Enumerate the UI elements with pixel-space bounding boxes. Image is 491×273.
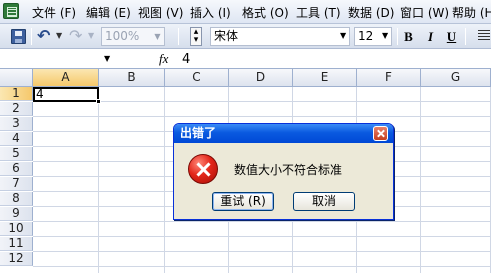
row-header-2[interactable]: 2	[0, 102, 33, 116]
menu-insert[interactable]: 插入 (I)	[190, 5, 231, 21]
row-header-5[interactable]: 5	[0, 147, 33, 161]
dialog-titlebar[interactable]: 出错了	[174, 124, 393, 143]
toolbar-separator	[397, 28, 398, 45]
toolbar-separator	[178, 28, 179, 45]
name-box[interactable]	[4, 52, 100, 66]
column-header-f[interactable]: F	[357, 69, 421, 87]
select-all-corner[interactable]	[0, 69, 33, 87]
menu-bar: 文件 (F) 编辑 (E) 视图 (V) 插入 (I) 格式 (O) 工具 (T…	[0, 0, 491, 24]
row-header-9[interactable]: 9	[0, 207, 33, 221]
row-header-11[interactable]: 11	[0, 237, 33, 251]
column-header-g[interactable]: G	[421, 69, 491, 87]
menu-help[interactable]: 帮助 (H)	[452, 5, 491, 21]
underline-button[interactable]: U	[444, 29, 459, 44]
name-box-dropdown-icon[interactable]: ▼	[104, 53, 110, 65]
menu-file[interactable]: 文件 (F)	[32, 5, 76, 21]
error-dialog: 出错了 数值大小不符合标准 重试 (R) 取消	[173, 123, 394, 220]
error-message: 数值大小不符合标准	[234, 163, 343, 177]
zoom-dropdown-icon[interactable]: ▼	[151, 28, 164, 45]
formula-bar: ▼ fx 4	[0, 49, 491, 69]
cell-a1[interactable]: 4	[33, 87, 99, 102]
redo-dropdown-icon[interactable]: ▼	[88, 30, 94, 42]
font-dropdown-icon[interactable]: ▼	[340, 30, 346, 42]
toolbar-separator	[465, 28, 466, 45]
font-name-select[interactable]: 宋体	[210, 27, 350, 46]
column-header-e[interactable]: E	[293, 69, 357, 87]
undo-dropdown-icon[interactable]: ▼	[56, 30, 62, 42]
save-icon[interactable]	[11, 29, 26, 44]
font-name-value: 宋体	[214, 29, 239, 43]
formula-input[interactable]: 4	[182, 52, 190, 67]
dialog-title: 出错了	[180, 126, 217, 140]
column-header-a[interactable]: A	[33, 69, 99, 87]
cancel-button[interactable]: 取消	[293, 192, 355, 211]
styles-icon[interactable]: ▴ ▾	[190, 27, 202, 46]
formatting-toolbar: ↶ ▼ ↷ ▼ 100% ▼ ▴ ▾ 宋体 ▼ 12 ▼ B I U	[0, 24, 491, 49]
retry-button[interactable]: 重试 (R)	[212, 192, 274, 211]
undo-icon[interactable]: ↶	[37, 27, 53, 45]
column-header-b[interactable]: B	[99, 69, 165, 87]
italic-button[interactable]: I	[423, 29, 438, 44]
row-header-12[interactable]: 12	[0, 252, 33, 266]
row-header-7[interactable]: 7	[0, 177, 33, 191]
close-icon[interactable]	[373, 126, 388, 141]
row-header-10[interactable]: 10	[0, 222, 33, 236]
menu-format[interactable]: 格式 (O)	[242, 5, 289, 21]
menu-window[interactable]: 窗口 (W)	[400, 5, 449, 21]
menu-view[interactable]: 视图 (V)	[138, 5, 183, 21]
row-header-8[interactable]: 8	[0, 192, 33, 206]
redo-icon[interactable]: ↷	[69, 27, 85, 45]
zoom-value: 100%	[105, 29, 140, 43]
menu-tools[interactable]: 工具 (T)	[296, 5, 341, 21]
column-header-d[interactable]: D	[229, 69, 293, 87]
error-icon	[188, 154, 218, 184]
insert-function-icon[interactable]: fx	[159, 51, 168, 67]
row-header-4[interactable]: 4	[0, 132, 33, 146]
column-header-c[interactable]: C	[165, 69, 229, 87]
excel-app-icon[interactable]	[3, 3, 19, 19]
zoom-select[interactable]: 100% ▼	[101, 27, 165, 46]
menu-edit[interactable]: 编辑 (E)	[86, 5, 131, 21]
font-size-dropdown-icon[interactable]: ▼	[382, 30, 388, 42]
align-left-icon[interactable]	[478, 30, 490, 42]
font-size-value: 12	[358, 29, 374, 43]
row-header-1[interactable]: 1	[0, 87, 33, 101]
row-header-6[interactable]: 6	[0, 162, 33, 176]
row-header-3[interactable]: 3	[0, 117, 33, 131]
toolbar-separator	[31, 28, 32, 45]
fill-handle[interactable]	[96, 99, 101, 104]
bold-button[interactable]: B	[401, 29, 416, 44]
menu-data[interactable]: 数据 (D)	[348, 5, 394, 21]
